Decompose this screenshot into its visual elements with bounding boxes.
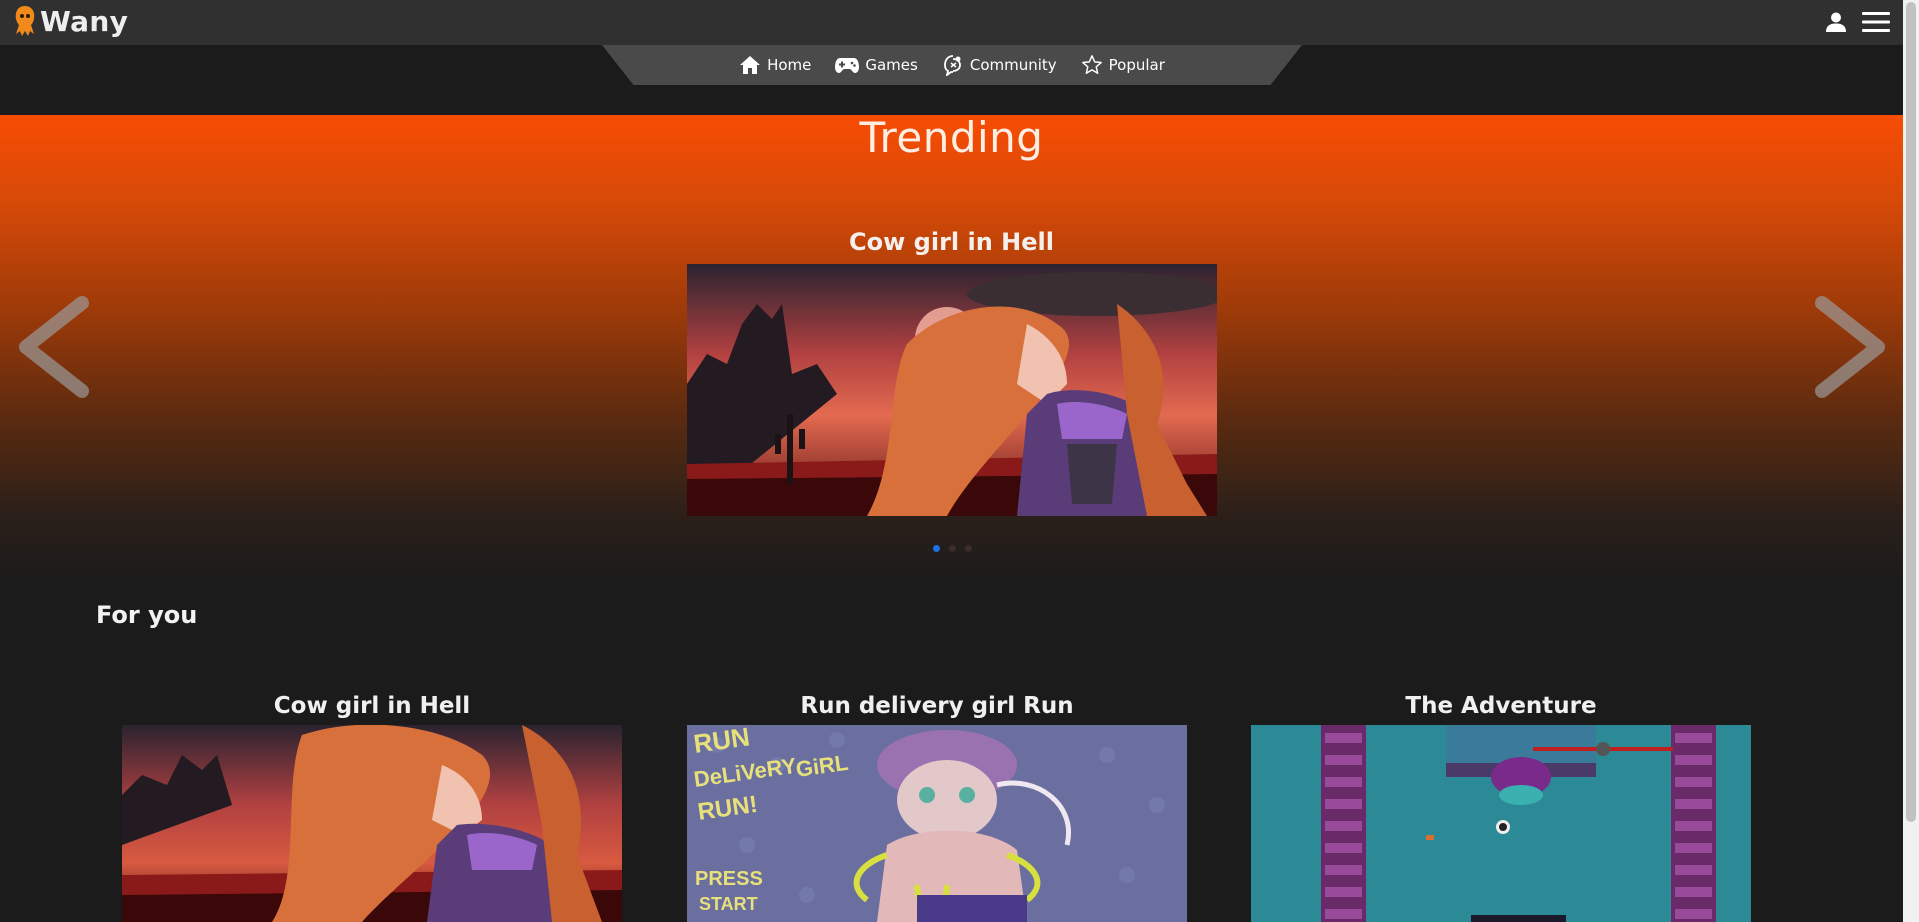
game-card-title[interactable]: Run delivery girl Run — [687, 690, 1187, 725]
game-card-title[interactable]: Cow girl in Hell — [122, 690, 622, 725]
main-nav: Home Games Community Popular — [602, 45, 1302, 85]
carousel-indicators — [933, 545, 972, 552]
game-card-title[interactable]: The Adventure — [1251, 690, 1751, 725]
chevron-left-icon — [19, 296, 89, 398]
carousel-slide-image[interactable] — [687, 264, 1217, 516]
scrollbar-thumb[interactable] — [1906, 2, 1916, 822]
star-icon — [1081, 55, 1102, 74]
game-card-image[interactable] — [1251, 725, 1751, 922]
gamepad-icon — [835, 58, 860, 73]
top-bar: Wany — [0, 0, 1903, 45]
community-icon — [943, 55, 961, 76]
game-card-image[interactable] — [122, 725, 622, 922]
carousel-slide-title[interactable]: Cow girl in Hell — [0, 228, 1903, 256]
trending-title: Trending — [859, 113, 1044, 162]
nav-item-home[interactable]: Home — [739, 55, 811, 75]
nav-item-label: Popular — [1108, 56, 1165, 74]
game-card-image[interactable]: RUN DeLiVeRY GiRL RUN! PRESS START — [687, 725, 1187, 922]
page-scrollbar[interactable] — [1903, 0, 1919, 922]
nav-item-label: Community — [969, 56, 1057, 74]
home-icon — [740, 56, 761, 74]
carousel-dot[interactable] — [965, 545, 972, 552]
nav-item-label: Home — [767, 56, 812, 74]
for-you-title: For you — [96, 601, 198, 629]
carousel-dot[interactable] — [933, 545, 940, 552]
user-icon[interactable] — [1824, 10, 1848, 34]
carousel-next-button[interactable] — [1812, 295, 1892, 399]
game-card-art-text: START — [699, 894, 758, 914]
chevron-right-icon — [1815, 296, 1885, 398]
brand-name: Wany — [40, 4, 129, 38]
hamburger-menu-icon[interactable] — [1862, 10, 1890, 34]
carousel-prev-button[interactable] — [12, 295, 92, 399]
game-card[interactable]: Cow girl in Hell — [122, 690, 622, 922]
brand-logo[interactable]: Wany — [12, 4, 128, 38]
nav-item-label: Games — [865, 56, 918, 74]
game-card[interactable]: The Adventure — [1251, 690, 1751, 922]
nav-item-community[interactable]: Community — [942, 54, 1057, 76]
carousel-dot[interactable] — [949, 545, 956, 552]
game-card[interactable]: Run delivery girl Run RUN DeLiVeRY GiRL … — [687, 690, 1187, 922]
squid-mascot-icon — [12, 4, 38, 38]
nav-item-games[interactable]: Games — [835, 56, 918, 74]
game-card-art-text: PRESS — [695, 868, 763, 890]
nav-item-popular[interactable]: Popular — [1081, 54, 1165, 76]
